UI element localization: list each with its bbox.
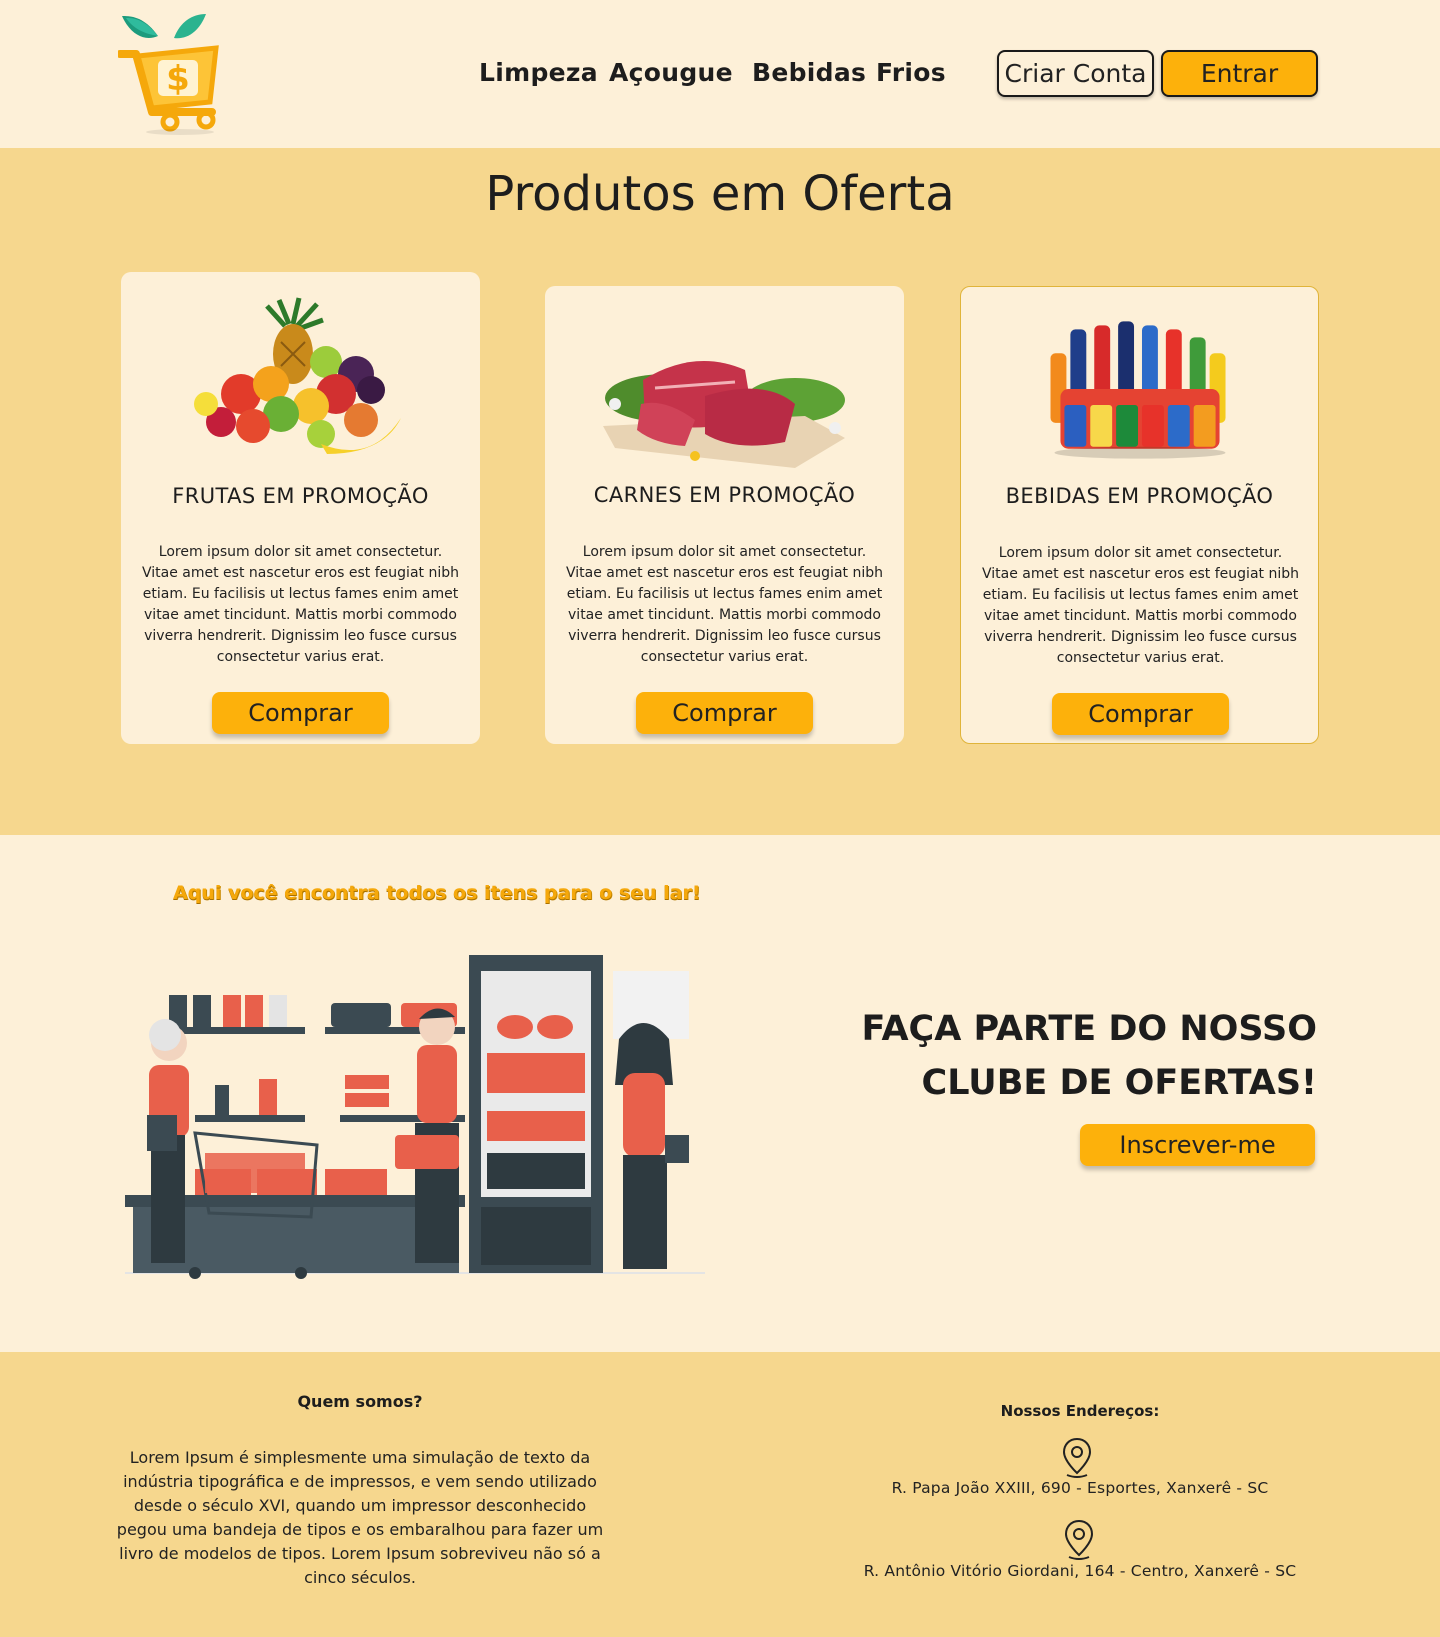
nav-limpeza[interactable]: Limpeza (479, 58, 598, 87)
drinks-image (1050, 321, 1226, 459)
shopping-cart-logo-icon[interactable]: $ (118, 12, 230, 136)
address-line-2: R. Antônio Vitório Giordani, 164 - Centr… (863, 1562, 1297, 1580)
club-section: Aqui você encontra todos os itens para o… (0, 835, 1440, 1352)
offers-section: Produtos em Oferta FRUTAS EM PROMOÇÃO Lo… (0, 148, 1440, 835)
location-pin-icon (1064, 1519, 1094, 1560)
meat-image (603, 361, 845, 468)
card-description: Lorem ipsum dolor sit amet consectetur. … (982, 545, 1299, 666)
subscribe-button[interactable]: Inscrever-me (1080, 1124, 1315, 1166)
address-line-1: R. Papa João XXIII, 690 - Esportes, Xanx… (891, 1479, 1269, 1497)
addresses-title: Nossos Endereços: (1000, 1402, 1160, 1420)
supermarket-illustration (125, 955, 705, 1279)
svg-text:$: $ (166, 59, 190, 99)
about-text: Lorem Ipsum é simplesmente uma simulação… (116, 1448, 604, 1587)
store-tagline: Aqui você encontra todos os itens para o… (173, 882, 701, 904)
club-heading: FAÇA PARTE DO NOSSO CLUBE DE OFERTAS! (797, 1002, 1317, 1110)
buy-button[interactable]: Comprar (636, 692, 813, 734)
product-card-fruits: FRUTAS EM PROMOÇÃO Lorem ipsum dolor sit… (121, 272, 480, 744)
nav-frios[interactable]: Frios (876, 58, 946, 87)
login-button[interactable]: Entrar (1161, 50, 1318, 97)
buy-button[interactable]: Comprar (1052, 693, 1229, 735)
card-title: BEBIDAS EM PROMOÇÃO (1005, 484, 1274, 508)
location-pin-icon (1062, 1437, 1092, 1478)
create-account-button[interactable]: Criar Conta (997, 50, 1154, 97)
offers-title: Produtos em Oferta (485, 166, 955, 222)
site-header: $ Limpeza Açougue Bebidas Frios Criar Co… (0, 0, 1440, 148)
club-heading-line1: FAÇA PARTE DO NOSSO (861, 1009, 1317, 1049)
card-title: FRUTAS EM PROMOÇÃO (172, 484, 429, 508)
site-footer: Quem somos? Lorem Ipsum é simplesmente u… (0, 1352, 1440, 1637)
buy-button[interactable]: Comprar (212, 692, 389, 734)
club-heading-line2: CLUBE DE OFERTAS! (921, 1063, 1317, 1103)
about-title: Quem somos? (297, 1392, 423, 1411)
product-card-meat: CARNES EM PROMOÇÃO Lorem ipsum dolor sit… (545, 286, 904, 744)
product-card-drinks: BEBIDAS EM PROMOÇÃO Lorem ipsum dolor si… (960, 286, 1319, 744)
fruits-image (194, 297, 401, 454)
nav-bebidas[interactable]: Bebidas (752, 58, 866, 87)
card-description: Lorem ipsum dolor sit amet consectetur. … (566, 544, 883, 665)
nav-acougue[interactable]: Açougue (609, 58, 733, 87)
card-description: Lorem ipsum dolor sit amet consectetur. … (142, 544, 459, 665)
card-title: CARNES EM PROMOÇÃO (593, 483, 856, 507)
